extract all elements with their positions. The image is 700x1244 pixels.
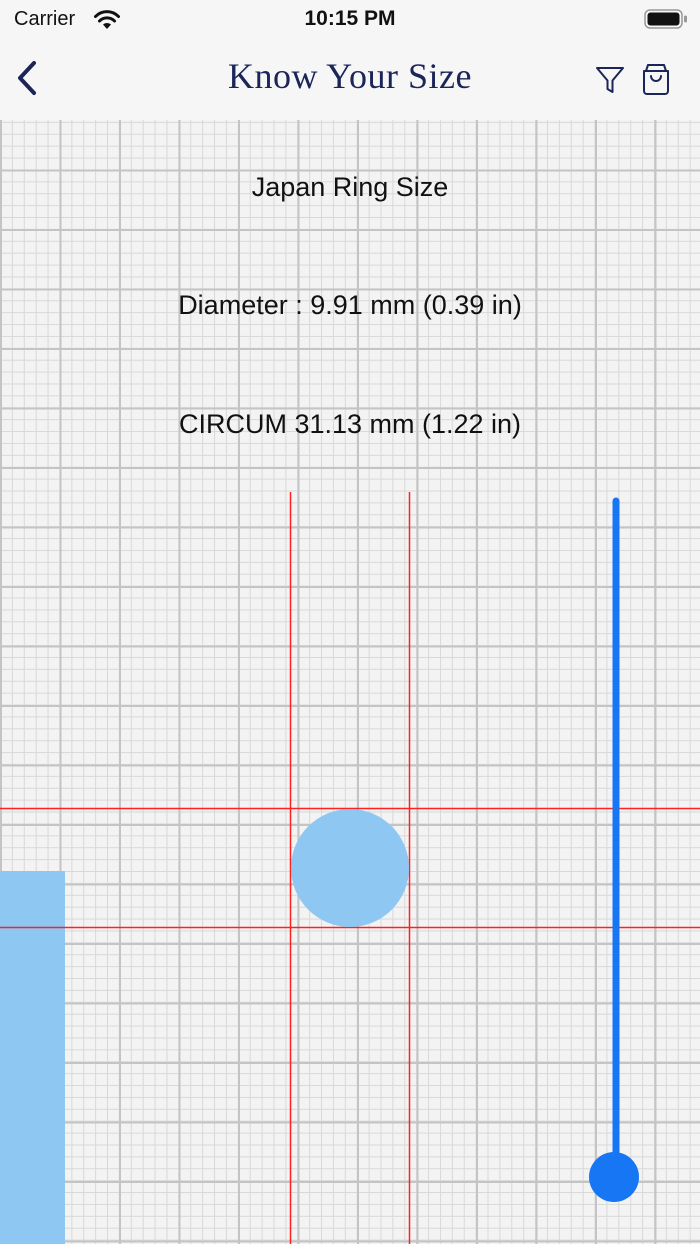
ring-measure-canvas [0, 492, 700, 1244]
size-slider-thumb[interactable] [589, 1152, 639, 1202]
ring-size-circle [291, 809, 409, 927]
